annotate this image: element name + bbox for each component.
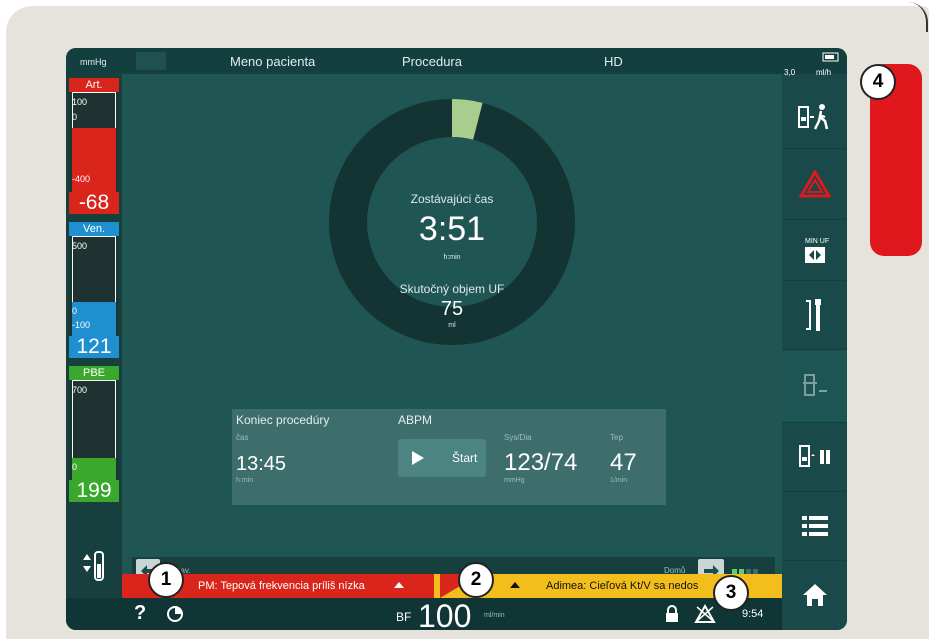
remaining-time-value: 3:51 [418, 210, 486, 248]
dialyzer-bypass-icon [802, 374, 827, 396]
arterial-upper-limit: 100 [72, 97, 88, 107]
alarm-muted-icon[interactable] [694, 604, 716, 624]
callout-1: 1 [148, 562, 184, 598]
min-uf-icon: MIN UF [804, 238, 829, 263]
pulse-value: 47 [610, 449, 637, 476]
info-panel: Koniec procedúry čas 13:45 h:min ABPM Št… [232, 409, 666, 505]
pressure-column: Art. 100 0 -400 -68 Ven. 500 0 -100 121 … [66, 74, 122, 598]
patient-name[interactable]: Meno pacienta [230, 54, 315, 69]
uf-volume-value: 75 [440, 298, 464, 320]
battery-icon [822, 52, 839, 62]
syringe-button[interactable] [782, 281, 847, 350]
bottom-status-bar: ? BF 100 ml/min 9:54 [66, 598, 782, 630]
uf-rate-value: 3,0 [784, 68, 796, 77]
help-icon[interactable]: ? [134, 602, 146, 625]
header-toggle[interactable] [136, 52, 166, 70]
start-label: Štart [452, 451, 478, 465]
home-icon [802, 584, 827, 606]
venous-value: 121 [69, 336, 119, 358]
home-button[interactable] [782, 561, 847, 629]
uf-volume-label: Skutočný objem UF [399, 282, 505, 296]
end-time-label: čas [236, 433, 249, 442]
screen: mmHg Meno pacienta Procedura HD Art. 100… [66, 48, 847, 630]
venous-zero: 0 [72, 306, 78, 316]
arterial-pressure[interactable]: Art. 100 0 -400 -68 [69, 78, 119, 214]
patient-connect-button[interactable] [782, 88, 847, 149]
min-uf-button[interactable]: MIN UF [782, 220, 847, 281]
pause-blood-pump-button[interactable] [782, 423, 847, 492]
venous-label: Ven. [69, 222, 119, 236]
bypass-button[interactable] [782, 350, 847, 423]
play-icon [412, 451, 424, 465]
alarm-button[interactable] [782, 149, 847, 220]
warning-triangle-icon [798, 170, 831, 198]
pbe-lower-limit: 0 [72, 462, 78, 472]
arterial-value: -68 [69, 192, 119, 214]
menu-button[interactable] [782, 492, 847, 561]
arterial-zero: 0 [72, 112, 78, 122]
alarm-text-left: PM: Tepová frekvencia príliš nízka [198, 580, 365, 592]
arterial-label: Art. [69, 78, 119, 92]
callout-2: 2 [458, 562, 494, 598]
syringe-icon [805, 299, 821, 331]
end-title: Koniec procedúry [236, 413, 330, 427]
venous-lower-limit: -100 [72, 320, 91, 330]
pulse-label: Tep [610, 433, 623, 442]
list-menu-icon [801, 516, 828, 536]
svg-text:MIN UF: MIN UF [805, 238, 829, 245]
alarm-text-right: Adimea: Cieľová Kt/V sa nedos [546, 580, 699, 592]
bf-value[interactable]: 100 [418, 598, 471, 630]
sysdia-value: 123/74 [504, 449, 578, 476]
procedure-label[interactable]: Procedura [402, 54, 462, 69]
patient-walk-icon [797, 104, 828, 130]
clock-icon[interactable] [166, 605, 184, 623]
remaining-time-unit: h:min [443, 254, 461, 261]
abpm-start-button[interactable]: Štart [398, 439, 486, 477]
pbe-upper-limit: 700 [72, 385, 88, 395]
abpm-title: ABPM [398, 413, 433, 427]
end-time-value: 13:45 [236, 453, 287, 475]
remaining-time-label: Zostávajúci čas [410, 192, 494, 206]
arterial-bar: 100 0 -400 [69, 92, 119, 192]
uf-volume-unit: ml [448, 322, 456, 329]
uf-rate-unit: ml/h [816, 68, 832, 77]
pulse-unit: 1/min [610, 477, 628, 484]
callout-4: 4 [860, 64, 896, 100]
bf-label: BF [396, 610, 412, 624]
clock-time: 9:54 [742, 608, 764, 620]
pressure-unit: mmHg [80, 57, 107, 67]
header-bar: mmHg Meno pacienta Procedura HD [66, 48, 847, 74]
pump-pause-icon [798, 445, 830, 467]
therapy-mode: HD [604, 54, 623, 69]
bf-unit: ml/min [484, 612, 505, 619]
end-time-unit: h:min [236, 477, 254, 484]
pbe-label: PBE [69, 366, 119, 380]
main-area: Zostávajúci čas 3:51 h:min Skutočný obje… [122, 74, 782, 598]
level-adjust-button[interactable] [78, 548, 110, 588]
venous-pressure[interactable]: Ven. 500 0 -100 121 [69, 222, 119, 358]
arterial-lower-limit: -400 [72, 174, 91, 184]
pbe-bar: 700 0 [69, 380, 119, 480]
right-toolbar: 3,0 ml/h MIN UF [782, 52, 847, 630]
sysdia-unit: mmHg [504, 477, 525, 484]
venous-upper-limit: 500 [72, 241, 88, 251]
lock-icon[interactable] [664, 605, 680, 623]
alarm-expand-right-icon [510, 582, 520, 588]
pbe-value: 199 [69, 480, 119, 502]
pbe-pressure[interactable]: PBE 700 0 199 [69, 366, 119, 502]
alarm-expand-left-icon [394, 582, 404, 588]
level-adjust-icon [83, 551, 104, 581]
callout-3: 3 [713, 575, 749, 611]
sysdia-label: Sys/Dia [504, 433, 532, 442]
venous-bar: 500 0 -100 [69, 236, 119, 336]
